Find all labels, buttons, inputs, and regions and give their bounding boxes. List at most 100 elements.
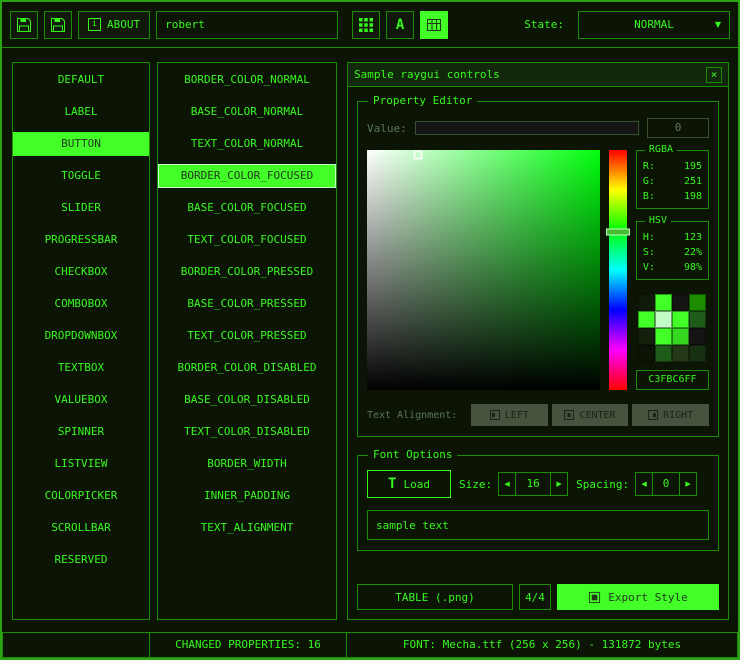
palette-cell-1[interactable]: [655, 294, 672, 311]
b-label: B:: [643, 189, 655, 204]
state-dropdown[interactable]: NORMAL ▼: [578, 11, 730, 39]
palette-cell-10[interactable]: [672, 328, 689, 345]
property-text-alignment[interactable]: TEXT_ALIGNMENT: [158, 516, 336, 540]
palette-cell-4[interactable]: [638, 311, 655, 328]
property-base-color-pressed[interactable]: BASE_COLOR_PRESSED: [158, 292, 336, 316]
palette-cell-12[interactable]: [638, 345, 655, 362]
g-label: G:: [643, 174, 655, 189]
control-listview[interactable]: LISTVIEW: [13, 452, 149, 476]
status-spacer: [2, 632, 150, 658]
property-text-color-pressed[interactable]: TEXT_COLOR_PRESSED: [158, 324, 336, 348]
property-text-color-focused[interactable]: TEXT_COLOR_FOCUSED: [158, 228, 336, 252]
hex-color-input[interactable]: C3FBC6FF: [636, 370, 709, 390]
hue-bar[interactable]: [609, 150, 627, 390]
sample-text-input[interactable]: [367, 510, 709, 540]
palette-cell-6[interactable]: [672, 311, 689, 328]
spacing-value[interactable]: 0: [652, 472, 680, 496]
control-progressbar[interactable]: PROGRESSBAR: [13, 228, 149, 252]
info-icon: i: [88, 18, 101, 31]
property-text-color-normal[interactable]: TEXT_COLOR_NORMAL: [158, 132, 336, 156]
property-border-color-focused[interactable]: BORDER_COLOR_FOCUSED: [158, 164, 336, 188]
control-reserved[interactable]: RESERVED: [13, 548, 149, 572]
font-view-button[interactable]: A: [386, 11, 414, 39]
property-editor-group: Property Editor Value: 0: [357, 101, 719, 437]
s-label: S:: [643, 245, 655, 260]
spacing-decrease-button[interactable]: ◀: [635, 472, 653, 496]
size-value[interactable]: 16: [515, 472, 551, 496]
control-scrollbar[interactable]: SCROLLBAR: [13, 516, 149, 540]
control-dropdownbox[interactable]: DROPDOWNBOX: [13, 324, 149, 348]
hsv-v-row: V: 98%: [643, 260, 702, 275]
spacing-increase-button[interactable]: ▶: [679, 472, 697, 496]
control-colorpicker[interactable]: COLORPICKER: [13, 484, 149, 508]
value-box[interactable]: 0: [647, 118, 709, 138]
palette-cell-8[interactable]: [638, 328, 655, 345]
grid-icon: [359, 18, 373, 32]
property-border-width[interactable]: BORDER_WIDTH: [158, 452, 336, 476]
palette-cell-13[interactable]: [655, 345, 672, 362]
font-options-label: Font Options: [368, 448, 457, 461]
value-slider[interactable]: [415, 121, 639, 135]
close-button[interactable]: ×: [706, 67, 722, 83]
property-base-color-focused[interactable]: BASE_COLOR_FOCUSED: [158, 196, 336, 220]
control-toggle[interactable]: TOGGLE: [13, 164, 149, 188]
palette-cell-0[interactable]: [638, 294, 655, 311]
hsv-group: HSV H: 123 S: 22% V:: [636, 221, 709, 280]
property-text-color-disabled[interactable]: TEXT_COLOR_DISABLED: [158, 420, 336, 444]
main-area: DEFAULT LABEL BUTTON TOGGLE SLIDER PROGRESSBA…: [2, 48, 738, 632]
align-center-button[interactable]: CENTER: [552, 404, 629, 426]
hue-handle[interactable]: [606, 229, 630, 236]
text-alignment-row: Text Alignment: LEFT CENTER: [367, 404, 709, 426]
align-center-icon: [564, 410, 574, 420]
palette-cell-14[interactable]: [672, 345, 689, 362]
export-style-button[interactable]: Export Style: [557, 584, 719, 610]
export-format-button[interactable]: TABLE (.png): [357, 584, 513, 610]
control-spinner[interactable]: SPINNER: [13, 420, 149, 444]
about-button[interactable]: i ABOUT: [78, 11, 150, 39]
palette-cell-15[interactable]: [689, 345, 706, 362]
v-label: V:: [643, 260, 655, 275]
font-load-button[interactable]: T Load: [367, 470, 451, 498]
align-right-button[interactable]: RIGHT: [632, 404, 709, 426]
palette-cell-5[interactable]: [655, 311, 672, 328]
control-combobox[interactable]: COMBOBOX: [13, 292, 149, 316]
font-icon: A: [396, 17, 404, 33]
size-decrease-button[interactable]: ◀: [498, 472, 516, 496]
window-titlebar[interactable]: Sample raygui controls ×: [348, 63, 728, 87]
control-valuebox[interactable]: VALUEBOX: [13, 388, 149, 412]
property-border-color-normal[interactable]: BORDER_COLOR_NORMAL: [158, 68, 336, 92]
property-editor-label: Property Editor: [368, 94, 477, 107]
save-file-as-button[interactable]: [44, 11, 72, 39]
palette-cell-2[interactable]: [672, 294, 689, 311]
color-cursor[interactable]: [414, 150, 423, 159]
style-table-view-button[interactable]: [352, 11, 380, 39]
align-left-button[interactable]: LEFT: [471, 404, 548, 426]
r-value: 195: [684, 159, 702, 174]
color-gradient[interactable]: [367, 150, 600, 390]
sample-controls-window: Sample raygui controls × Property Editor…: [347, 62, 729, 620]
control-label[interactable]: LABEL: [13, 100, 149, 124]
property-base-color-disabled[interactable]: BASE_COLOR_DISABLED: [158, 388, 336, 412]
control-button[interactable]: BUTTON: [13, 132, 149, 156]
controls-view-button[interactable]: [420, 11, 448, 39]
save-file-button[interactable]: [10, 11, 38, 39]
hsv-h-row: H: 123: [643, 230, 702, 245]
control-checkbox[interactable]: CHECKBOX: [13, 260, 149, 284]
size-increase-button[interactable]: ▶: [550, 472, 568, 496]
control-textbox[interactable]: TEXTBOX: [13, 356, 149, 380]
control-default[interactable]: DEFAULT: [13, 68, 149, 92]
palette-cell-9[interactable]: [655, 328, 672, 345]
property-inner-padding[interactable]: INNER_PADDING: [158, 484, 336, 508]
about-label: ABOUT: [107, 18, 140, 31]
font-options-row: T Load Size: ◀ 16 ▶ Spacing: ◀: [367, 470, 709, 498]
style-name-input[interactable]: [156, 11, 338, 39]
property-base-color-normal[interactable]: BASE_COLOR_NORMAL: [158, 100, 336, 124]
palette-cell-11[interactable]: [689, 328, 706, 345]
property-border-color-pressed[interactable]: BORDER_COLOR_PRESSED: [158, 260, 336, 284]
property-border-color-disabled[interactable]: BORDER_COLOR_DISABLED: [158, 356, 336, 380]
page-indicator[interactable]: 4/4: [519, 584, 551, 610]
table-icon: [426, 17, 442, 33]
palette-cell-7[interactable]: [689, 311, 706, 328]
control-slider[interactable]: SLIDER: [13, 196, 149, 220]
palette-cell-3[interactable]: [689, 294, 706, 311]
